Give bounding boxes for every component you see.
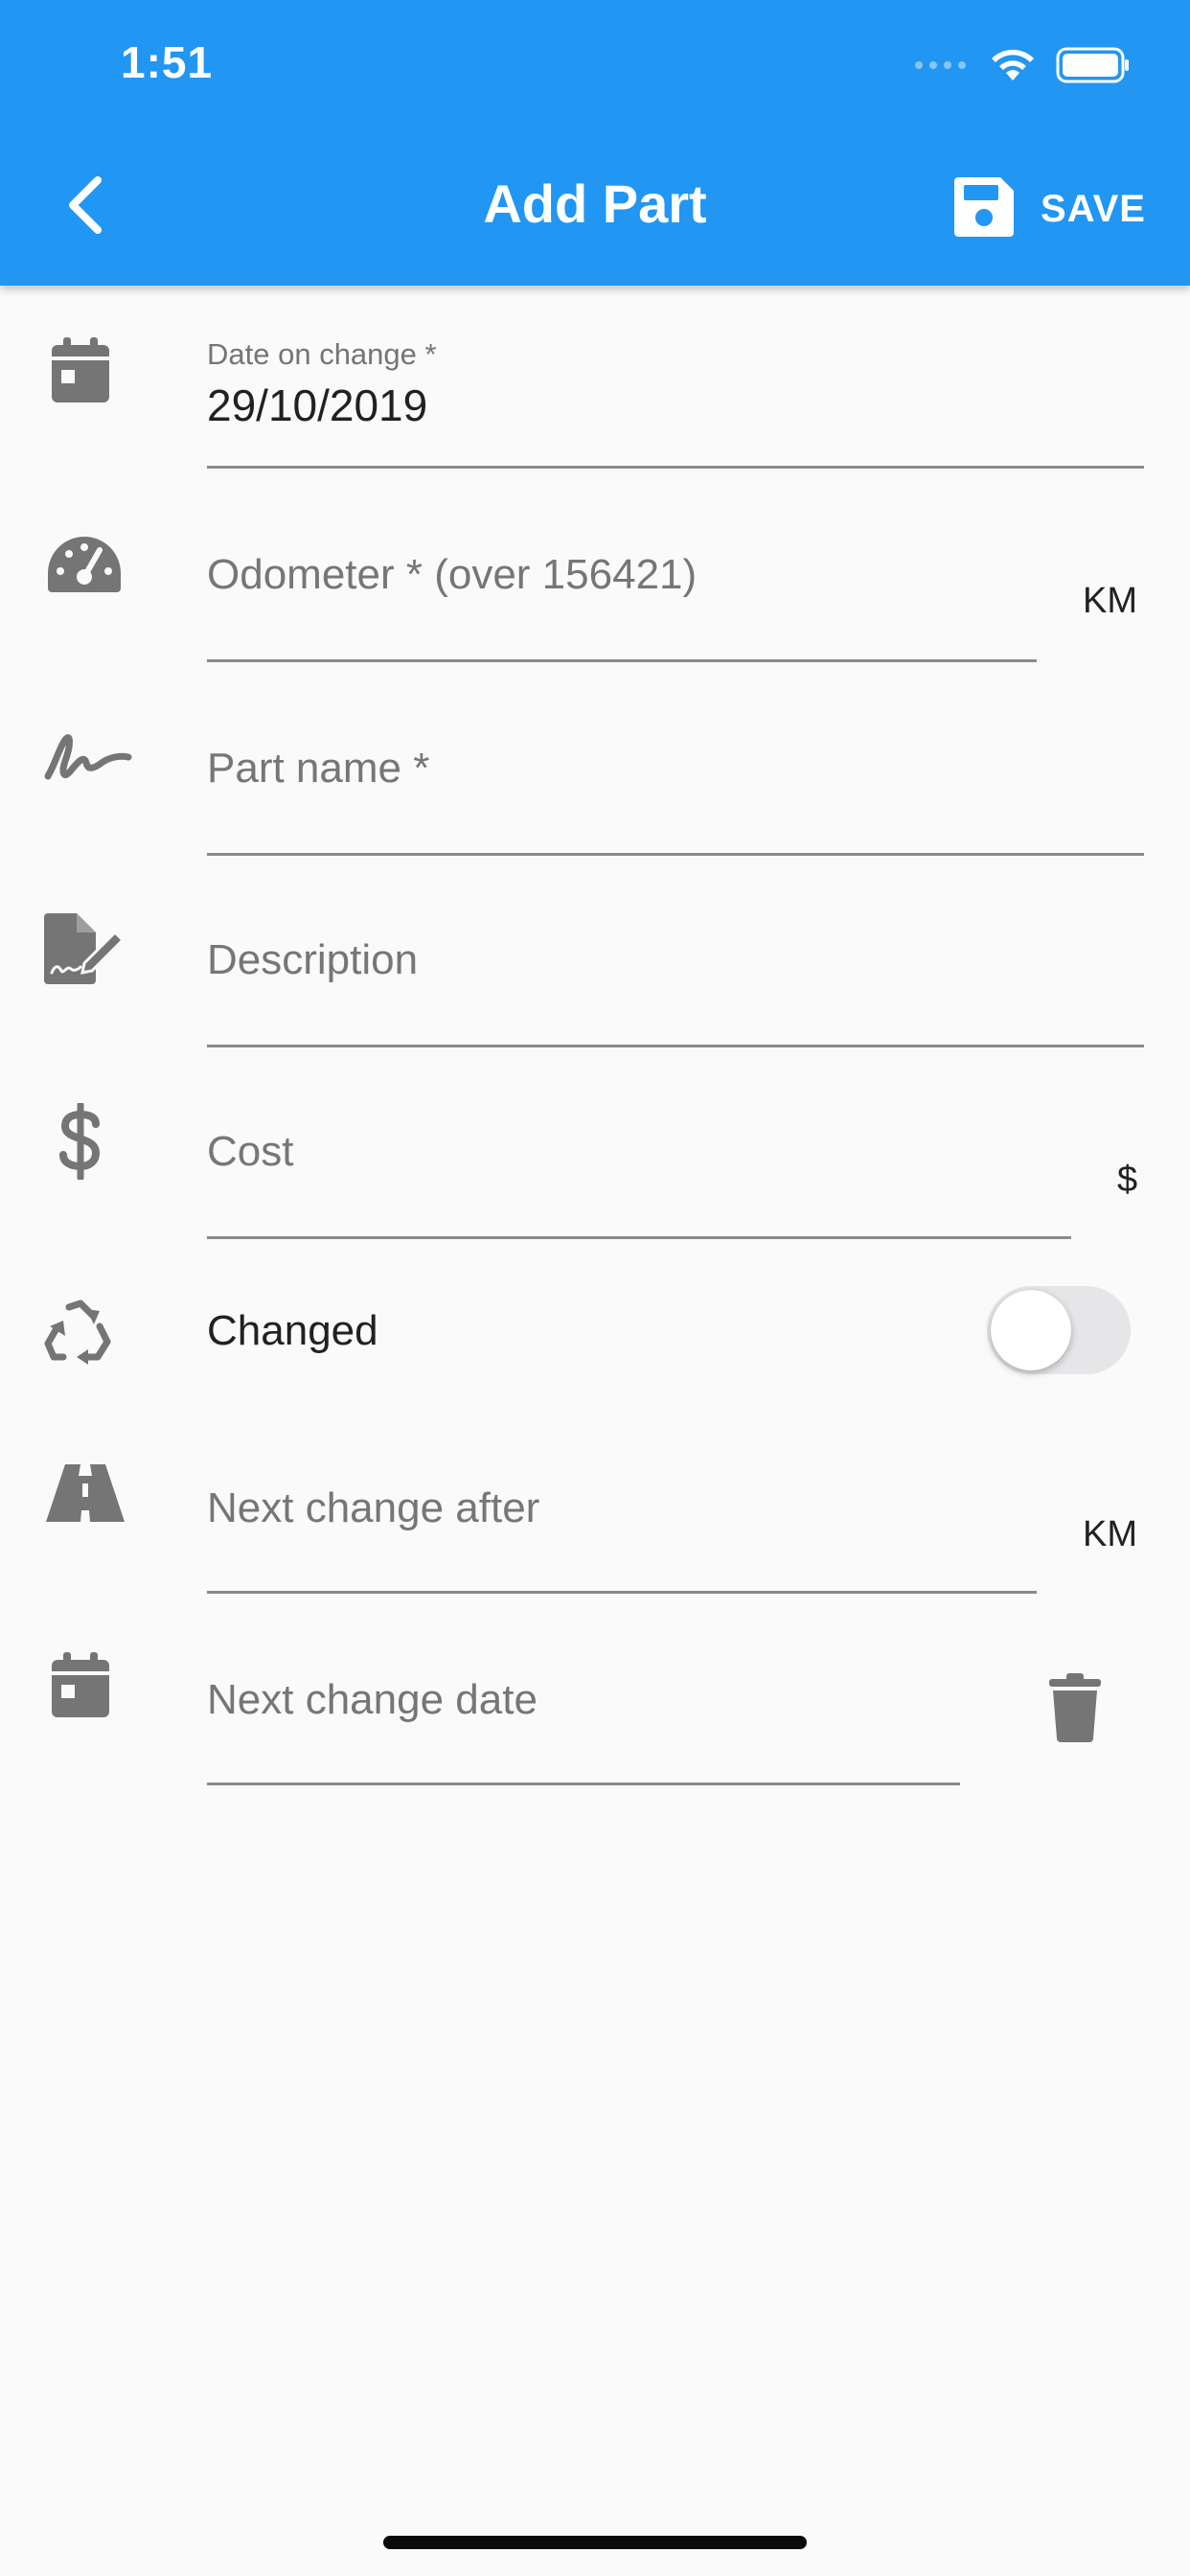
home-indicator <box>383 2536 807 2549</box>
status-indicators <box>914 46 1131 89</box>
part-name-input[interactable]: Part name * <box>207 719 1144 856</box>
calendar-icon <box>42 1646 119 1723</box>
calendar-icon <box>42 332 119 408</box>
signal-icon <box>914 58 970 77</box>
cost-placeholder: Cost <box>207 1128 294 1175</box>
description-placeholder: Description <box>207 936 419 983</box>
recycle-icon <box>42 1296 119 1372</box>
next-change-after-input[interactable]: Next change after <box>207 1455 1037 1594</box>
date-on-change-field[interactable]: Date on change * 29/10/2019 <box>207 326 1144 469</box>
speedometer-icon <box>44 525 125 602</box>
changed-switch[interactable] <box>987 1286 1131 1374</box>
file-signature-icon <box>42 910 125 987</box>
save-button[interactable]: SAVE <box>952 171 1146 247</box>
floppy-disk-icon <box>952 175 1016 243</box>
cost-input[interactable]: Cost <box>207 1100 1071 1239</box>
cost-currency: $ <box>1117 1160 1138 1200</box>
save-label: SAVE <box>1041 187 1146 230</box>
odometer-unit: KM <box>1083 581 1137 621</box>
app-bar: 1:51 Add Part SAVE <box>0 0 1190 286</box>
odometer-placeholder: Odometer * (over 156421) <box>207 551 698 598</box>
wifi-icon <box>989 46 1037 89</box>
next-change-date-field[interactable]: Next change date <box>207 1646 960 1785</box>
date-on-change-label: Date on change * <box>207 337 437 371</box>
date-on-change-value: 29/10/2019 <box>207 380 428 430</box>
signature-icon <box>42 719 134 795</box>
road-icon <box>44 1459 126 1528</box>
next-change-after-unit: KM <box>1083 1514 1137 1554</box>
dollar-icon <box>42 1100 119 1183</box>
trash-icon <box>1047 1672 1103 1747</box>
add-part-screen: 1:51 Add Part SAVE Date on change * 29/1… <box>0 0 1190 2576</box>
next-change-after-placeholder: Next change after <box>207 1484 540 1531</box>
switch-knob <box>991 1290 1071 1370</box>
description-input[interactable]: Description <box>207 910 1144 1047</box>
status-time: 1:51 <box>121 37 214 87</box>
changed-label: Changed <box>207 1307 378 1354</box>
part-name-placeholder: Part name * <box>207 745 430 792</box>
odometer-input[interactable]: Odometer * (over 156421) <box>207 525 1037 662</box>
clear-date-button[interactable] <box>1037 1671 1113 1748</box>
battery-icon <box>1056 47 1131 88</box>
next-change-date-placeholder: Next change date <box>207 1676 538 1723</box>
